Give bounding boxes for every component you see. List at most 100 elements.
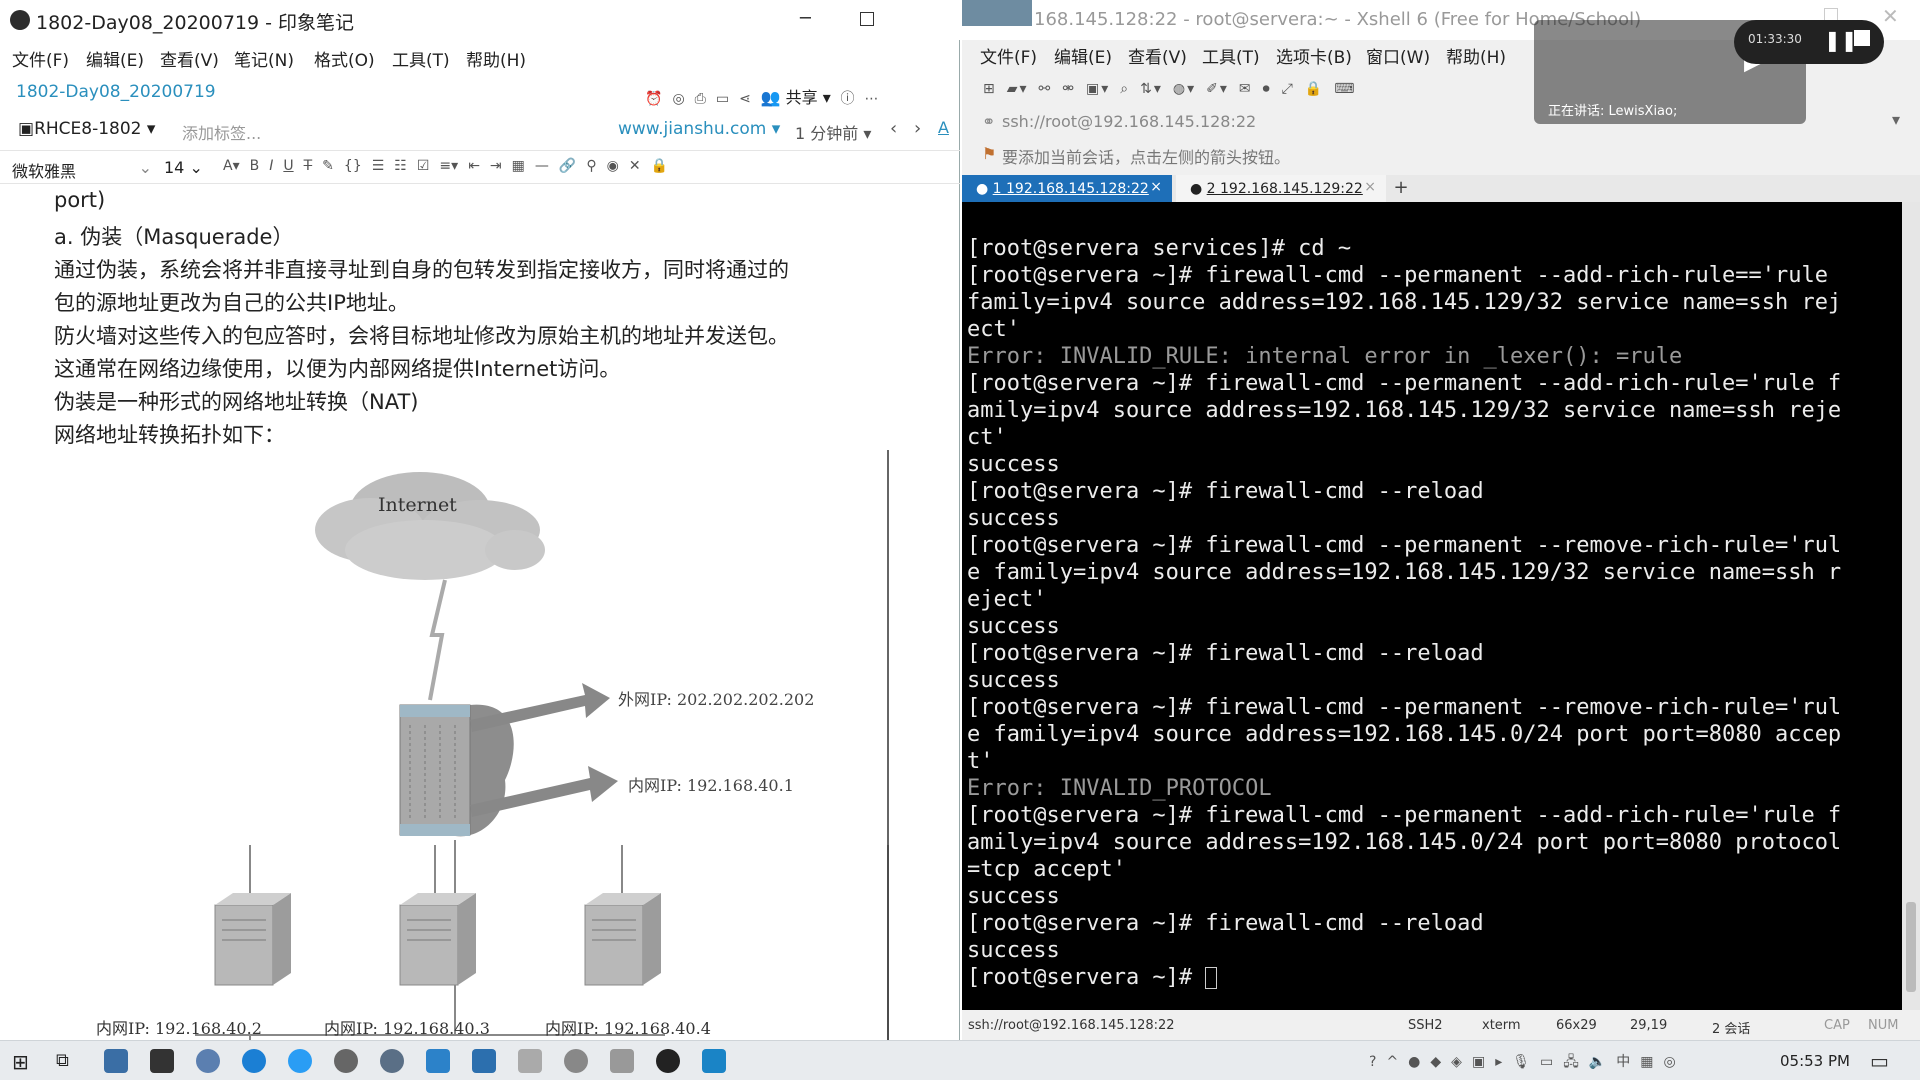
clear-format-icon[interactable]: ✕ <box>629 159 641 173</box>
tray-app-icon[interactable]: ▸ <box>1495 1055 1502 1069</box>
keyboard-icon[interactable]: ⌨ <box>1334 82 1356 96</box>
task-view-icon[interactable]: ⧉ <box>56 1050 69 1071</box>
scrollbar-thumb[interactable] <box>1906 902 1916 992</box>
compose-icon[interactable]: ✉ <box>1239 82 1253 96</box>
encrypt-icon[interactable]: 🔒 <box>651 159 668 173</box>
menu-view[interactable]: 查看(V) <box>160 46 219 71</box>
attach-icon[interactable]: ⚲ <box>586 159 596 173</box>
new-session-icon[interactable]: ⊞ <box>983 82 997 96</box>
pause-icon[interactable]: ❚❚ <box>1824 28 1858 52</box>
app-icon[interactable] <box>334 1049 358 1073</box>
lock-icon[interactable]: 🔒 <box>1305 82 1324 96</box>
tray-app-icon[interactable]: ◆ <box>1430 1055 1441 1069</box>
app-icon[interactable] <box>150 1049 174 1073</box>
connect-icon[interactable]: ⚯ <box>1039 82 1053 96</box>
menu-note[interactable]: 笔记(N) <box>234 46 294 71</box>
fullscreen-icon[interactable]: ⤢ <box>1282 82 1295 96</box>
present-icon[interactable]: ◎ <box>672 92 684 106</box>
properties-icon[interactable]: ▣▾ <box>1086 82 1110 96</box>
new-tab-button[interactable]: + <box>1390 177 1412 201</box>
ime-mode-icon[interactable]: ▦ <box>1640 1055 1653 1069</box>
menu-edit[interactable]: 编辑(E) <box>86 46 144 71</box>
file-explorer-icon[interactable] <box>104 1049 128 1073</box>
indent-icon[interactable]: ⇥ <box>490 159 502 173</box>
notification-icon[interactable]: ▭ <box>1870 1049 1889 1073</box>
app-icon[interactable] <box>656 1049 680 1073</box>
xs-menu-edit[interactable]: 编辑(E) <box>1054 43 1112 68</box>
chat-icon[interactable]: ▭ <box>716 92 729 106</box>
chevron-up-icon[interactable]: ^ <box>1386 1055 1398 1069</box>
xs-menu-tabs[interactable]: 选项卡(B) <box>1276 43 1352 68</box>
xs-menu-view[interactable]: 查看(V) <box>1128 43 1187 68</box>
clock[interactable]: 05:53 PM <box>1780 1052 1850 1070</box>
help-icon[interactable]: ? <box>1369 1055 1376 1069</box>
xshell-close-button[interactable]: ✕ <box>1882 4 1899 28</box>
app-icon[interactable] <box>702 1049 726 1073</box>
bullet-list-icon[interactable]: ☰ <box>372 159 385 173</box>
volume-icon[interactable]: 🔈 <box>1589 1055 1606 1069</box>
checkbox-icon[interactable]: ☑ <box>417 159 430 173</box>
next-note-button[interactable]: › <box>914 118 921 139</box>
record-icon[interactable]: ◉ <box>607 159 619 173</box>
terminal-scrollbar[interactable] <box>1902 202 1920 1010</box>
xs-menu-help[interactable]: 帮助(H) <box>1446 43 1506 68</box>
menu-tools[interactable]: 工具(T) <box>392 46 450 71</box>
globe-icon[interactable]: ◍▾ <box>1173 82 1196 96</box>
microphone-icon[interactable]: 🎙 <box>1512 1055 1530 1069</box>
session-address[interactable]: ssh://root@192.168.145.128:22 <box>1002 112 1256 131</box>
font-size-select[interactable]: 14 ⌄ <box>164 158 203 177</box>
app-icon[interactable] <box>610 1049 634 1073</box>
meeting-app-icon[interactable] <box>426 1049 450 1073</box>
xs-menu-tools[interactable]: 工具(T) <box>1202 43 1260 68</box>
terminal[interactable]: [root@servera services]# cd ~ [root@serve… <box>962 202 1902 1010</box>
menu-format[interactable]: 格式(O) <box>314 46 375 71</box>
maximize-button[interactable] <box>860 12 874 26</box>
xs-menu-file[interactable]: 文件(F) <box>980 43 1037 68</box>
add-tag-field[interactable]: 添加标签... <box>182 120 261 144</box>
more-icon[interactable]: ⋯ <box>865 92 879 106</box>
tab-session-1[interactable]: ● 1 192.168.145.128:22 × <box>962 175 1172 203</box>
bold-icon[interactable]: B <box>250 159 260 173</box>
bookmark-icon[interactable]: ⚑ <box>982 144 996 163</box>
share-icon[interactable]: ⋖ <box>739 92 751 106</box>
xs-menu-window[interactable]: 窗口(W) <box>1366 43 1430 68</box>
underline-icon[interactable]: U <box>283 159 293 173</box>
text-style-icon[interactable]: A <box>938 118 949 137</box>
tray-app-icon[interactable]: ◎ <box>1664 1055 1676 1069</box>
disconnect-icon[interactable]: ⚮ <box>1062 82 1076 96</box>
highlight-icon[interactable]: ✎ <box>322 159 334 173</box>
notebook-selector[interactable]: ▣RHCE8-1802 ▾ <box>18 119 155 139</box>
share-button[interactable]: 👥 共享 ▾ <box>761 88 831 107</box>
note-title-link[interactable]: 1802-Day08_20200719 <box>16 82 216 102</box>
table-icon[interactable]: ▦ <box>512 159 525 173</box>
battery-icon[interactable]: ▭ <box>1540 1055 1553 1069</box>
script-icon[interactable]: ✐▾ <box>1206 82 1229 96</box>
stop-icon[interactable] <box>1854 30 1870 46</box>
prev-note-button[interactable]: ‹ <box>890 118 897 139</box>
remote-desktop-icon[interactable] <box>472 1049 496 1073</box>
edge-icon[interactable] <box>242 1049 266 1073</box>
print-icon[interactable]: ⎙ <box>695 92 706 106</box>
tray-app-icon[interactable]: ◈ <box>1451 1055 1462 1069</box>
find-icon[interactable]: ⌕ <box>1120 82 1130 96</box>
italic-icon[interactable]: I <box>269 159 273 173</box>
numbered-list-icon[interactable]: ☷ <box>394 159 407 173</box>
strikethrough-icon[interactable]: T <box>304 159 313 173</box>
outdent-icon[interactable]: ⇤ <box>468 159 480 173</box>
reminder-icon[interactable]: ⏰ <box>645 92 662 106</box>
ime-icon[interactable]: 中 <box>1616 1055 1630 1069</box>
address-dropdown-icon[interactable]: ▾ <box>1892 110 1900 129</box>
start-icon[interactable]: ⊞ <box>12 1050 29 1074</box>
menu-help[interactable]: 帮助(H) <box>466 46 526 71</box>
open-folder-icon[interactable]: ▰▾ <box>1007 82 1029 96</box>
info-icon[interactable]: ⓘ <box>841 92 855 106</box>
minimize-button[interactable]: ─ <box>800 8 811 29</box>
source-url-link[interactable]: www.jianshu.com ▾ <box>618 119 780 139</box>
menu-file[interactable]: 文件(F) <box>12 46 69 71</box>
tab-session-2[interactable]: ● 2 192.168.145.129:22 × <box>1176 175 1386 203</box>
app-icon[interactable] <box>518 1049 542 1073</box>
code-icon[interactable]: {} <box>344 159 362 173</box>
horizontal-rule-icon[interactable]: — <box>535 159 549 173</box>
align-icon[interactable]: ≡▾ <box>439 159 458 173</box>
network-icon[interactable]: 🖧 <box>1563 1055 1579 1069</box>
